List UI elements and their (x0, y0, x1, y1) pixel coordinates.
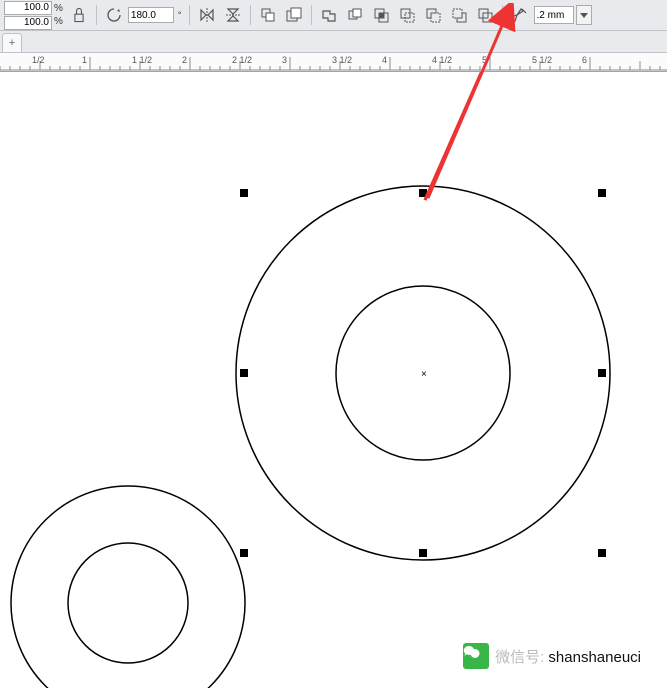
drawing-canvas[interactable]: × 微信号: shanshaneuci (0, 72, 667, 688)
watermark: 微信号: shanshaneuci (463, 643, 641, 669)
wechat-logo-icon (463, 643, 489, 669)
red-arrow (428, 21, 504, 198)
